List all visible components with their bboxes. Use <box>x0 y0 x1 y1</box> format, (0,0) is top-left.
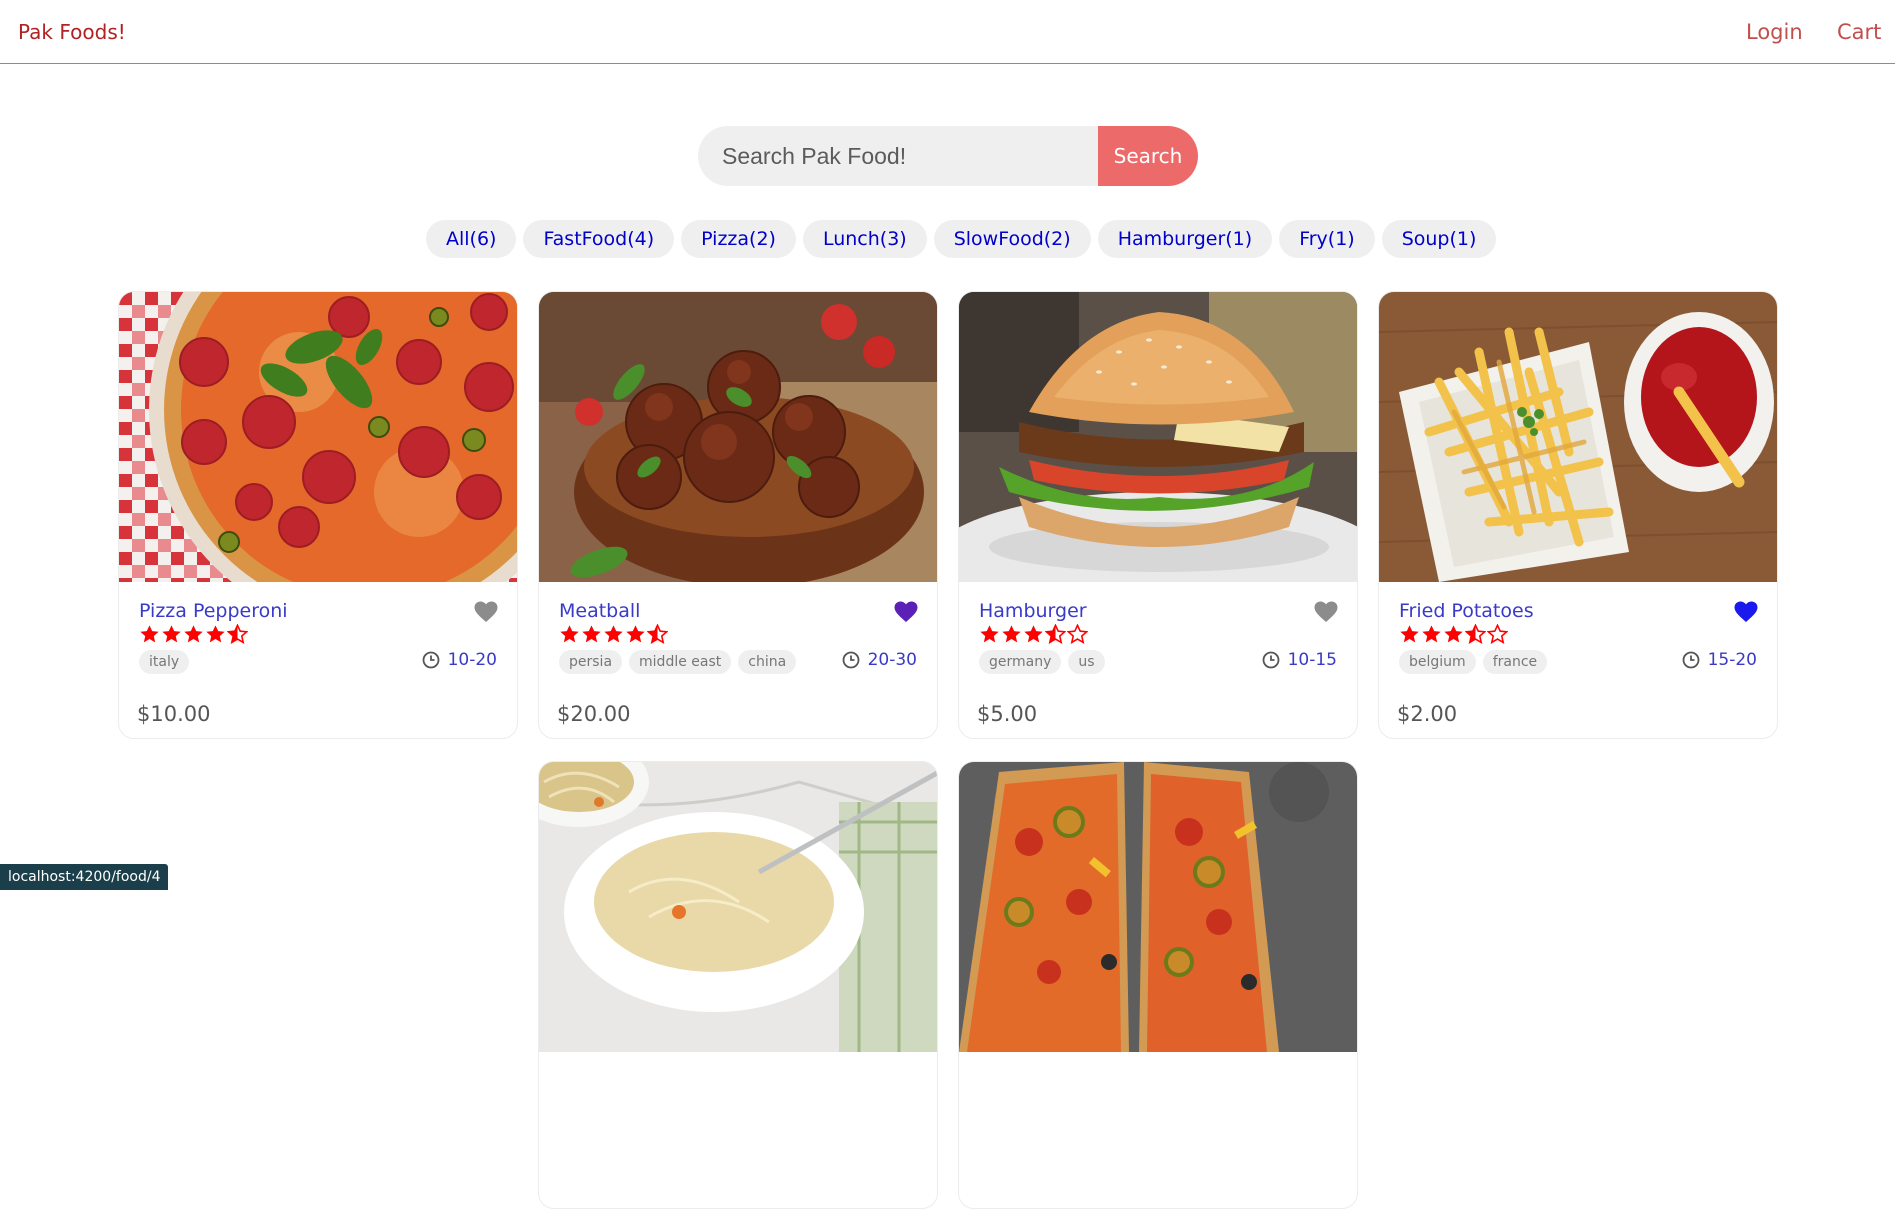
heart-icon[interactable] <box>1734 601 1758 623</box>
origin-list: italy <box>139 650 190 674</box>
food-image-hamburger[interactable] <box>959 292 1357 582</box>
heart-icon[interactable] <box>474 601 498 623</box>
star-full-icon <box>1400 625 1419 643</box>
food-card[interactable]: Meatball persia middle east china 20-30 … <box>538 291 938 739</box>
tag-hamburger[interactable]: Hamburger(1) <box>1097 220 1273 258</box>
login-link[interactable]: Login <box>1746 20 1803 44</box>
cook-time: 10-15 <box>1262 650 1337 670</box>
origin-tag: us <box>1068 650 1105 674</box>
star-empty-icon <box>1067 624 1088 644</box>
food-image-meatball[interactable] <box>539 292 937 582</box>
origin-tag: persia <box>559 650 623 674</box>
cook-time: 15-20 <box>1682 650 1757 670</box>
search-bar: Search <box>698 126 1198 186</box>
star-half-icon <box>647 624 668 644</box>
star-full-icon <box>140 625 159 643</box>
star-rating <box>1399 624 1508 645</box>
clock-icon <box>1682 651 1699 669</box>
food-image-vegetable-pizza[interactable] <box>959 762 1357 1052</box>
food-price: $20.00 <box>557 702 631 726</box>
clock-icon <box>1262 651 1279 669</box>
food-card[interactable]: Pizza Pepperoni italy 10-20 $10.00 <box>118 291 518 739</box>
star-full-icon <box>1024 625 1043 643</box>
star-full-icon <box>582 625 601 643</box>
food-card[interactable]: Hamburger germany us 10-15 $5.00 <box>958 291 1358 739</box>
food-name[interactable]: Fried Potatoes <box>1399 600 1534 622</box>
tag-lunch[interactable]: Lunch(3) <box>802 220 927 258</box>
origin-tag: germany <box>979 650 1062 674</box>
origin-tag: italy <box>139 650 190 674</box>
app-header: Pak Foods! Login Cart <box>0 0 1895 64</box>
clock-icon <box>842 651 859 669</box>
star-half-icon <box>1045 624 1066 644</box>
star-rating <box>559 624 668 645</box>
food-name[interactable]: Hamburger <box>979 600 1087 622</box>
star-full-icon <box>1002 625 1021 643</box>
cook-time: 20-30 <box>842 650 917 670</box>
origin-list: belgium france <box>1399 650 1548 674</box>
star-full-icon <box>980 625 999 643</box>
food-image-pizza-pepperoni[interactable] <box>119 292 517 582</box>
search-button[interactable]: Search <box>1098 126 1198 186</box>
tag-all[interactable]: All(6) <box>426 220 517 258</box>
search-input[interactable] <box>698 126 1098 186</box>
origin-tag: china <box>738 650 797 674</box>
origin-tag: france <box>1482 650 1548 674</box>
brand-logo-link[interactable]: Pak Foods! <box>18 20 126 44</box>
star-full-icon <box>184 625 203 643</box>
food-card[interactable] <box>538 761 938 1209</box>
food-price: $10.00 <box>137 702 211 726</box>
origin-tag: middle east <box>629 650 732 674</box>
tag-fastfood[interactable]: FastFood(4) <box>523 220 675 258</box>
food-image-soup[interactable] <box>539 762 937 1052</box>
star-full-icon <box>626 625 645 643</box>
tag-pizza[interactable]: Pizza(2) <box>681 220 796 258</box>
cook-time-value: 10-15 <box>1287 650 1337 670</box>
food-price: $2.00 <box>1397 702 1458 726</box>
tag-fry[interactable]: Fry(1) <box>1279 220 1375 258</box>
cook-time: 10-20 <box>422 650 497 670</box>
star-full-icon <box>162 625 181 643</box>
star-full-icon <box>1444 625 1463 643</box>
food-name[interactable]: Pizza Pepperoni <box>139 600 288 622</box>
star-empty-icon <box>1487 624 1508 644</box>
star-full-icon <box>1422 625 1441 643</box>
heart-icon[interactable] <box>894 601 918 623</box>
origin-tag: belgium <box>1399 650 1476 674</box>
origin-list: persia middle east china <box>559 650 797 674</box>
food-card[interactable] <box>958 761 1358 1209</box>
tag-soup[interactable]: Soup(1) <box>1381 220 1497 258</box>
origin-list: germany us <box>979 650 1105 674</box>
cart-link[interactable]: Cart <box>1837 20 1881 44</box>
star-rating <box>979 624 1088 645</box>
tag-filter-bar: All(6) FastFood(4) Pizza(2) Lunch(3) Slo… <box>426 220 1497 258</box>
star-half-icon <box>1465 624 1486 644</box>
star-full-icon <box>206 625 225 643</box>
food-price: $5.00 <box>977 702 1038 726</box>
heart-icon[interactable] <box>1314 601 1338 623</box>
clock-icon <box>422 651 439 669</box>
tag-slowfood[interactable]: SlowFood(2) <box>933 220 1091 258</box>
cook-time-value: 10-20 <box>447 650 497 670</box>
star-rating <box>139 624 248 645</box>
food-name[interactable]: Meatball <box>559 600 640 622</box>
star-full-icon <box>604 625 623 643</box>
cook-time-value: 20-30 <box>867 650 917 670</box>
cook-time-value: 15-20 <box>1707 650 1757 670</box>
browser-status-url: localhost:4200/food/4 <box>0 864 169 890</box>
food-card[interactable]: Fried Potatoes belgium france 15-20 $2.0… <box>1378 291 1778 739</box>
star-full-icon <box>560 625 579 643</box>
star-half-icon <box>227 624 248 644</box>
food-image-fried-potatoes[interactable] <box>1379 292 1777 582</box>
